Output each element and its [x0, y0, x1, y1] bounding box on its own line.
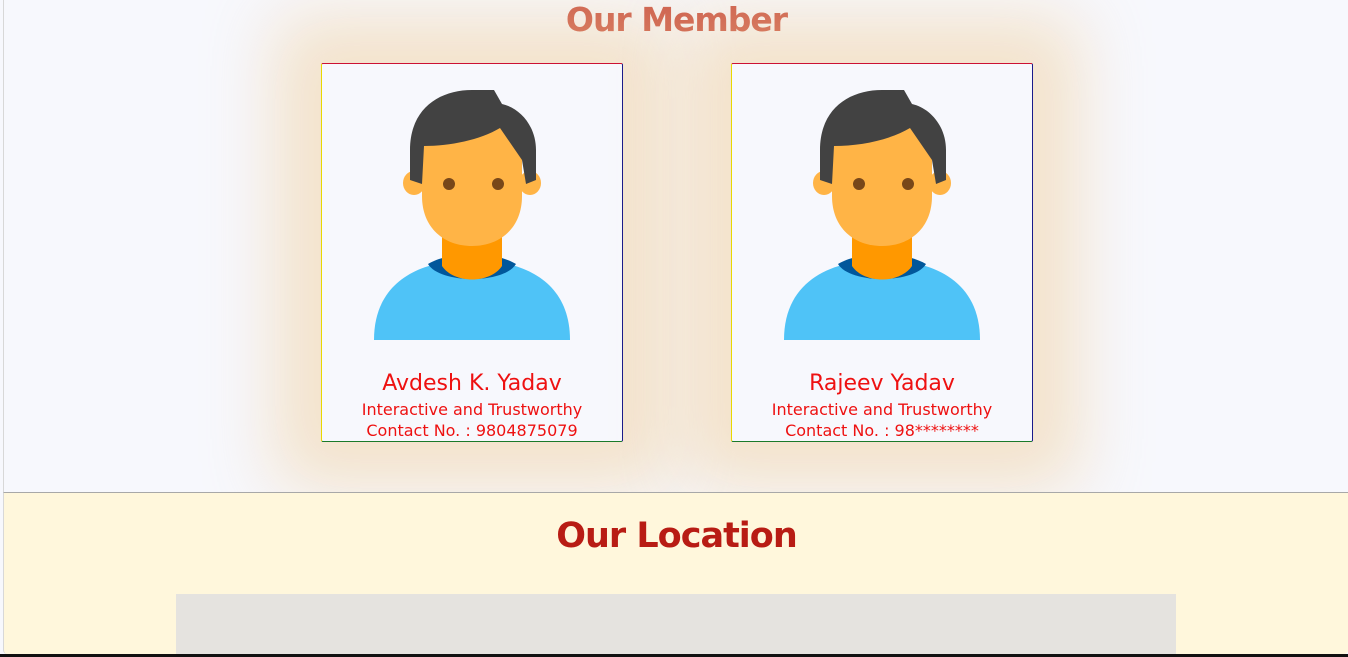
member-name: Avdesh K. Yadav [382, 371, 562, 396]
page: Our Member Avdesh K. Yadav Interactive a… [0, 0, 1348, 654]
member-name: Rajeev Yadav [809, 371, 955, 396]
member-contact: Contact No. : 9804875079 [366, 421, 578, 440]
male-user-avatar-icon [784, 90, 980, 340]
male-user-avatar-icon [374, 90, 570, 340]
member-card: Rajeev Yadav Interactive and Trustworthy… [731, 63, 1033, 442]
member-tagline: Interactive and Trustworthy [361, 400, 583, 419]
map-embed[interactable] [176, 594, 1176, 654]
location-title: Our Location [556, 516, 798, 556]
member-card: Avdesh K. Yadav Interactive and Trustwor… [321, 63, 623, 442]
members-title: Our Member [565, 0, 788, 39]
location-section: Our Location [3, 492, 1348, 654]
member-contact: Contact No. : 98******** [785, 421, 979, 440]
members-section: Our Member Avdesh K. Yadav Interactive a… [3, 0, 1348, 492]
member-tagline: Interactive and Trustworthy [771, 400, 993, 419]
